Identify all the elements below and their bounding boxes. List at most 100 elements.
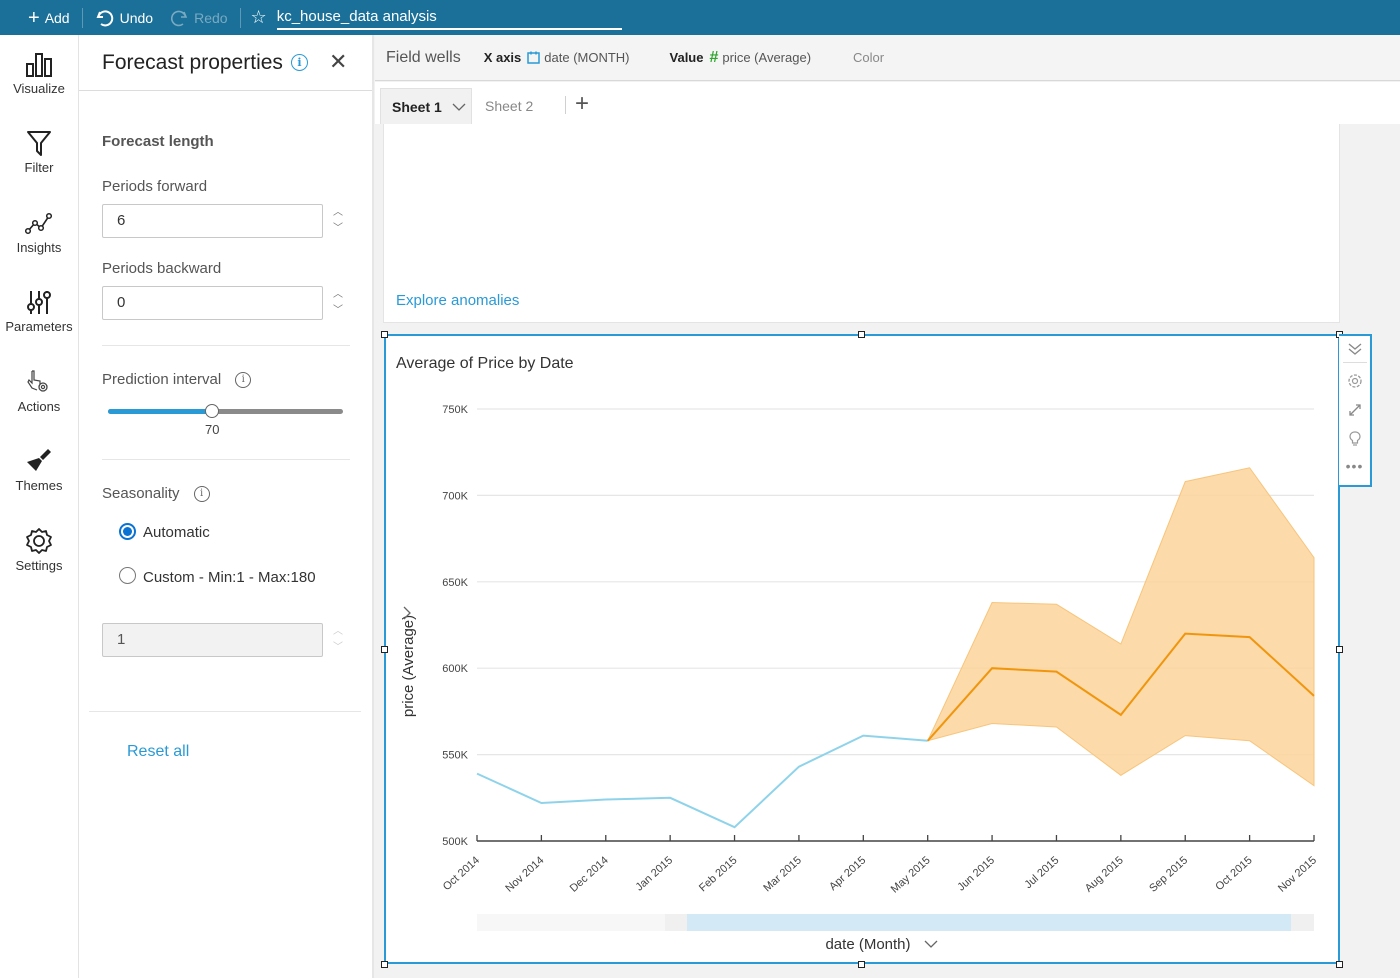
x-axis-title[interactable]: date (Month)	[825, 936, 910, 953]
resize-handle[interactable]	[1336, 961, 1343, 968]
y-axis-title[interactable]: price (Average)	[400, 615, 417, 717]
history-point[interactable]	[538, 800, 544, 806]
tab-sheet-1[interactable]: Sheet 1	[380, 88, 472, 124]
seasonality-custom-radio[interactable]	[119, 567, 136, 584]
prediction-interval-value: 70	[205, 422, 220, 437]
forecast-line-chart-visual[interactable]: Average of Price by Date 500K 550K 600K 650…	[384, 334, 1340, 964]
nav-themes[interactable]: Themes	[0, 447, 78, 493]
seasonality-custom-label[interactable]: Custom - Min:1 - Max:180	[143, 569, 316, 586]
seasonality-automatic-label[interactable]: Automatic	[143, 524, 210, 541]
reset-all-link[interactable]: Reset all	[127, 743, 189, 761]
undo-button[interactable]: Undo	[87, 9, 161, 27]
resize-handle[interactable]	[381, 961, 388, 968]
chevron-down-icon[interactable]	[452, 102, 466, 112]
nav-parameters[interactable]: Parameters	[0, 288, 78, 334]
forecast-point[interactable]	[1247, 634, 1253, 640]
nav-visualize[interactable]: Visualize	[0, 50, 78, 96]
x-tick-label: Jan 2015	[633, 854, 675, 893]
forecast-point[interactable]	[1311, 693, 1317, 699]
forecast-point[interactable]	[925, 738, 931, 744]
sheet-tabs: Sheet 1 Sheet 2 +	[375, 82, 1400, 124]
periods-backward-input[interactable]: 0	[102, 286, 323, 320]
bar-chart-icon	[26, 53, 52, 77]
format-gear-icon[interactable]	[1339, 373, 1370, 394]
x-axis-label: X axis	[483, 50, 522, 65]
more-options-icon[interactable]: •••	[1339, 458, 1370, 474]
scroll-thumb[interactable]	[665, 914, 1291, 931]
x-tick-label: Aug 2015	[1083, 854, 1126, 894]
chevron-up-icon[interactable]: ︿	[331, 624, 345, 640]
periods-backward-stepper[interactable]: ︿ ﹀	[331, 287, 345, 319]
periods-forward-input[interactable]: 6	[102, 204, 323, 238]
nav-filter[interactable]: Filter	[0, 129, 78, 175]
toolbar-divider	[81, 7, 83, 28]
undo-label: Undo	[119, 9, 154, 26]
scroll-handle-right[interactable]	[1291, 914, 1314, 931]
redo-button[interactable]: Redo	[161, 9, 235, 27]
add-label: Add	[44, 9, 70, 26]
undo-icon	[96, 9, 113, 26]
prediction-interval-label: Prediction interval	[102, 371, 222, 388]
nav-settings[interactable]: Settings	[0, 527, 78, 573]
y-tick-label: 600K	[442, 663, 468, 675]
x-tick-label: Apr 2015	[827, 854, 868, 893]
lightbulb-icon[interactable]	[1339, 431, 1370, 452]
scroll-handle-left[interactable]	[665, 914, 687, 931]
x-tick-label: Nov 2015	[1276, 854, 1319, 894]
collapse-chevrons-icon[interactable]	[1339, 342, 1370, 361]
history-series-line[interactable]	[476, 734, 928, 829]
resize-handle[interactable]	[381, 331, 388, 338]
add-sheet-button[interactable]: +	[575, 90, 589, 118]
insight-visual[interactable]: Explore anomalies	[383, 124, 1340, 323]
forecast-point[interactable]	[1118, 712, 1124, 718]
info-icon[interactable]: i	[290, 54, 308, 71]
chevron-up-icon[interactable]: ︿	[331, 287, 345, 303]
history-point[interactable]	[860, 733, 866, 739]
nav-label: Parameters	[5, 319, 73, 334]
prediction-interval-slider[interactable]	[108, 404, 343, 418]
divider	[102, 345, 350, 346]
history-point[interactable]	[603, 797, 609, 803]
custom-seasonality-input[interactable]: 1	[102, 623, 323, 657]
history-point[interactable]	[667, 795, 673, 801]
gear-icon	[26, 528, 52, 554]
resize-handle[interactable]	[1336, 646, 1343, 653]
seasonality-automatic-radio[interactable]	[119, 523, 136, 540]
info-icon[interactable]: i	[193, 485, 210, 502]
field-wells-title[interactable]: Field wells	[386, 49, 461, 67]
periods-forward-stepper[interactable]: ︿ ﹀	[331, 205, 345, 237]
resize-handle[interactable]	[381, 646, 388, 653]
color-well[interactable]: Color	[853, 50, 884, 65]
add-button[interactable]: + Add	[20, 6, 78, 29]
chevron-down-icon[interactable]: ﹀	[331, 640, 345, 656]
star-icon[interactable]: ☆	[251, 7, 267, 28]
info-icon[interactable]: i	[235, 371, 252, 388]
chevron-up-icon[interactable]: ︿	[331, 205, 345, 221]
forecast-point[interactable]	[989, 665, 995, 671]
nav-insights[interactable]: Insights	[0, 209, 78, 255]
value-field[interactable]: price (Average)	[722, 50, 811, 65]
plus-icon: +	[28, 6, 40, 29]
expand-icon[interactable]	[1339, 403, 1370, 422]
history-point[interactable]	[474, 771, 480, 777]
tab-sheet-2[interactable]: Sheet 2	[485, 98, 533, 114]
forecast-point[interactable]	[1182, 631, 1188, 637]
forecast-point[interactable]	[1053, 669, 1059, 675]
history-point[interactable]	[796, 764, 802, 770]
slider-thumb[interactable]	[205, 404, 219, 418]
explore-anomalies-link[interactable]: Explore anomalies	[396, 292, 519, 309]
x-tick-label: Oct 2015	[1213, 854, 1254, 893]
close-icon[interactable]: ✕	[329, 49, 347, 75]
seasonality-label: Seasonality	[102, 485, 180, 502]
x-axis-chevron-down-icon[interactable]	[924, 940, 938, 948]
analysis-title-input[interactable]: kc_house_data analysis	[276, 6, 622, 30]
x-axis-field[interactable]: date (MONTH)	[544, 50, 629, 65]
chevron-down-icon[interactable]: ﹀	[331, 221, 345, 237]
resize-handle[interactable]	[858, 961, 865, 968]
history-point[interactable]	[732, 824, 738, 830]
nav-actions[interactable]: Actions	[0, 368, 78, 414]
field-wells-bar: Field wells X axis date (MONTH) Value # …	[375, 35, 1400, 81]
chevron-down-icon[interactable]: ﹀	[331, 303, 345, 319]
resize-handle[interactable]	[858, 331, 865, 338]
custom-seasonality-stepper[interactable]: ︿ ﹀	[331, 624, 345, 656]
